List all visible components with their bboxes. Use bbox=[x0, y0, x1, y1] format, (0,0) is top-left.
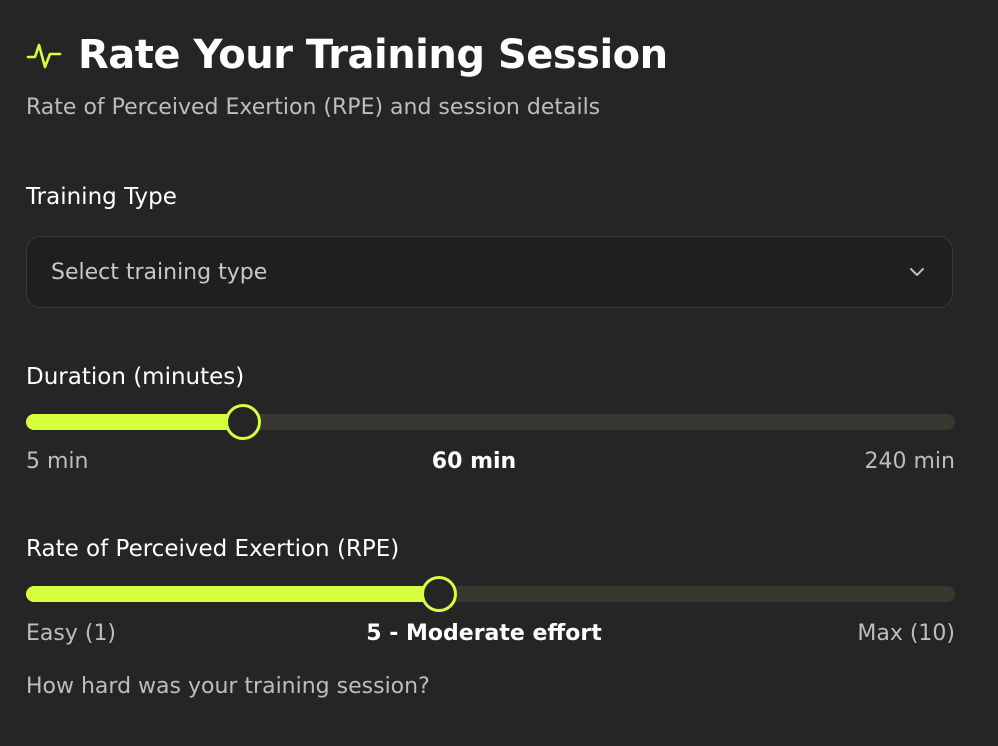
rpe-slider-fill bbox=[26, 586, 439, 602]
training-session-card: Rate Your Training Session Rate of Perce… bbox=[0, 0, 998, 746]
rpe-help-text: How hard was your training session? bbox=[26, 674, 430, 699]
card-header: Rate Your Training Session bbox=[26, 32, 668, 78]
rpe-slider[interactable] bbox=[26, 576, 955, 612]
duration-value-label: 60 min bbox=[431, 449, 517, 474]
chevron-down-icon bbox=[908, 263, 926, 281]
activity-pulse-icon bbox=[26, 37, 62, 73]
duration-slider-fill bbox=[26, 414, 243, 430]
duration-max-label: 240 min bbox=[864, 449, 955, 474]
duration-scale: 5 min 60 min 240 min bbox=[26, 449, 955, 479]
training-type-placeholder: Select training type bbox=[51, 259, 268, 285]
page-title: Rate Your Training Session bbox=[78, 32, 668, 78]
rpe-slider-thumb[interactable] bbox=[421, 576, 457, 612]
duration-slider-thumb[interactable] bbox=[225, 404, 261, 440]
rpe-scale: Easy (1) 5 - Moderate effort Max (10) bbox=[26, 621, 955, 651]
duration-label: Duration (minutes) bbox=[26, 364, 245, 390]
rpe-min-label: Easy (1) bbox=[26, 621, 117, 646]
page-subtitle: Rate of Perceived Exertion (RPE) and ses… bbox=[26, 95, 601, 120]
training-type-label: Training Type bbox=[26, 184, 177, 210]
rpe-value-label: 5 - Moderate effort bbox=[366, 621, 602, 646]
rpe-label: Rate of Perceived Exertion (RPE) bbox=[26, 536, 400, 562]
rpe-max-label: Max (10) bbox=[857, 621, 955, 646]
duration-slider[interactable] bbox=[26, 404, 955, 440]
training-type-select[interactable]: Select training type bbox=[26, 236, 953, 308]
duration-min-label: 5 min bbox=[26, 449, 89, 474]
